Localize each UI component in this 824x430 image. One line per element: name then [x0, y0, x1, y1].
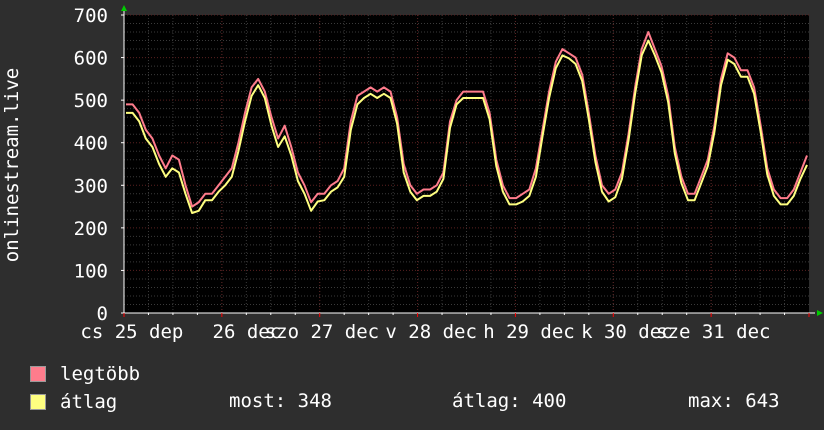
y-axis-arrow-icon — [121, 5, 127, 11]
legend-max-swatch — [30, 366, 46, 382]
x-tick-label: szo 27 dec — [265, 321, 379, 343]
legend-max-label: legtöbb — [60, 363, 141, 385]
stat-max: max: 643 — [688, 390, 780, 412]
x-tick-label: v 28 dec — [385, 321, 477, 343]
x-axis-arrow-icon — [817, 310, 823, 316]
legend-avg: átlag — [30, 390, 117, 414]
y-tick-labels: 0100200300400500600700 — [74, 5, 108, 325]
x-tick-label: h 29 dec — [483, 321, 575, 343]
y-tick-label: 600 — [74, 48, 108, 70]
legend-max: legtöbb — [30, 362, 140, 386]
x-tick-label: cs 25 dep — [80, 321, 183, 343]
y-tick-label: 700 — [74, 5, 108, 27]
y-tick-label: 200 — [74, 218, 108, 240]
y-tick-label: 100 — [74, 260, 108, 282]
legend-avg-swatch — [30, 394, 46, 410]
legend-avg-label: átlag — [60, 391, 118, 413]
x-tick-labels: cs 25 dep 26 decszo 27 dec v 28 dec h 29 de… — [80, 321, 770, 343]
y-tick-label: 300 — [74, 175, 108, 197]
stat-now: most: 348 — [229, 390, 332, 412]
y-tick-label: 400 — [74, 133, 108, 155]
x-tick-label: sze 31 dec — [656, 321, 770, 343]
stat-avg: átlag: 400 — [452, 390, 567, 412]
y-axis-label: onlinestream.live — [1, 67, 23, 263]
y-tick-label: 500 — [74, 90, 108, 112]
